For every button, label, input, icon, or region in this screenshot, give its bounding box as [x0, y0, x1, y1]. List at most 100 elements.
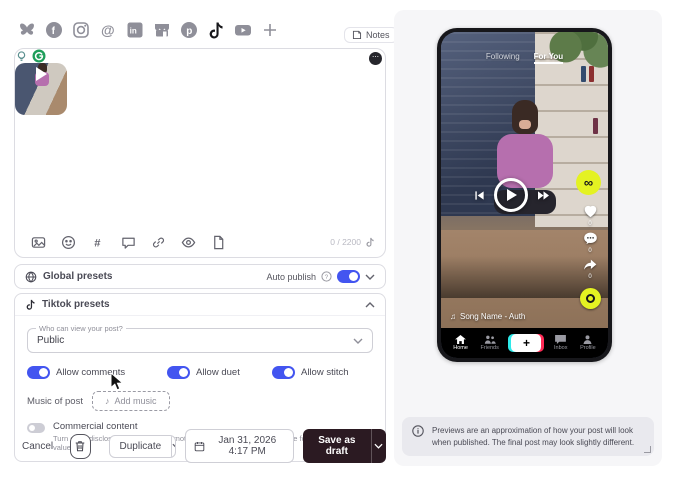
save-dropdown-chevron-icon[interactable] — [371, 429, 386, 463]
auto-publish-toggle[interactable] — [337, 270, 360, 283]
chevron-down-icon[interactable] — [365, 274, 375, 280]
auto-publish-label: Auto publish — [266, 272, 316, 282]
hashtag-icon[interactable]: # — [91, 235, 106, 250]
duplicate-dropdown-chevron-icon[interactable] — [171, 436, 176, 457]
nav-inbox[interactable]: Inbox — [554, 335, 567, 351]
comments-count: 0 — [588, 248, 591, 254]
instagram-icon[interactable] — [72, 21, 90, 39]
music-of-post-label: Music of post — [27, 396, 83, 407]
schedule-date-button[interactable]: Jan 31, 2026 4:17 PM — [185, 429, 294, 463]
trash-icon — [74, 440, 86, 452]
sound-disc-icon[interactable] — [580, 288, 601, 309]
global-presets-label: Global presets — [43, 271, 112, 282]
ai-assistant-icon[interactable] — [32, 49, 46, 63]
tiktok-navbar: Home Friends + Inbox Profile — [441, 328, 608, 358]
emoji-icon[interactable] — [61, 235, 76, 250]
likes-count: 0 — [588, 221, 591, 227]
play-button[interactable] — [494, 178, 528, 212]
notes-label: Notes — [366, 30, 390, 40]
threads-icon[interactable]: @ — [99, 21, 117, 39]
nav-friends[interactable]: Friends — [481, 335, 499, 351]
schedule-date-label: Jan 31, 2026 4:17 PM — [210, 435, 285, 457]
save-split-button: Save as draft — [303, 429, 386, 463]
allow-comments-row: Allow comments — [27, 366, 167, 379]
music-note-icon: ♫ — [450, 312, 456, 321]
resize-handle[interactable] — [644, 446, 651, 453]
svg-text:p: p — [186, 26, 192, 37]
caption-editor[interactable]: ⋯ # 0 / 2200 — [14, 48, 386, 258]
nav-profile[interactable]: Profile — [580, 335, 596, 351]
allow-comments-toggle[interactable] — [27, 366, 50, 379]
note-icon — [352, 30, 362, 40]
linkedin-icon[interactable]: in — [126, 21, 144, 39]
add-music-button[interactable]: ♪ Add music — [92, 391, 170, 411]
share-icon[interactable] — [583, 259, 597, 271]
allow-stitch-row: Allow stitch — [272, 366, 349, 379]
bluesky-icon[interactable] — [18, 21, 36, 39]
delete-button[interactable] — [70, 434, 90, 459]
create-post-button[interactable]: + — [511, 334, 541, 352]
song-caption: ♫ Song Name - Auth — [450, 312, 525, 321]
svg-text:in: in — [130, 27, 137, 36]
video-thumbnail[interactable]: ⋯ — [15, 63, 67, 115]
cancel-button[interactable]: Cancel — [14, 437, 61, 456]
svg-text:?: ? — [325, 274, 329, 281]
friends-icon — [484, 335, 496, 344]
google-business-icon[interactable] — [153, 21, 171, 39]
heart-icon[interactable] — [583, 204, 598, 218]
allow-duet-toggle[interactable] — [167, 366, 190, 379]
profile-icon — [583, 335, 592, 344]
permission-toggles: Allow comments Allow duet Allow stitch — [27, 366, 373, 379]
globe-icon — [25, 271, 37, 283]
shares-count: 0 — [588, 274, 591, 280]
nav-home[interactable]: Home — [453, 335, 468, 351]
feed-tabs: Following For You — [441, 52, 608, 64]
save-as-draft-button[interactable]: Save as draft — [303, 429, 371, 463]
tiktok-presets-label: Tiktok presets — [42, 299, 110, 310]
tiktok-icon[interactable] — [207, 21, 225, 39]
loop-badge-icon: ∞ — [576, 170, 601, 195]
help-icon[interactable]: ? — [321, 271, 332, 282]
viewer-select-value: Public — [37, 335, 64, 346]
phone-mockup: Following For You ∞ 0 — [437, 28, 612, 362]
playback-controls — [441, 178, 582, 212]
action-rail: 0 0 0 — [577, 204, 603, 309]
preview-panel: Following For You ∞ 0 — [394, 10, 662, 466]
calendar-icon — [194, 441, 205, 452]
svg-text:@: @ — [101, 22, 115, 38]
network-selector-row: f @ in p — [18, 21, 279, 39]
eye-icon[interactable] — [181, 235, 196, 250]
preview-disclaimer: Previews are an approximation of how you… — [402, 417, 654, 456]
info-icon — [412, 425, 424, 437]
add-network-icon[interactable] — [261, 21, 279, 39]
music-row: Music of post ♪ Add music — [27, 391, 373, 411]
duplicate-button[interactable]: Duplicate — [110, 436, 172, 457]
viewer-select[interactable]: Who can view your post? Public — [27, 328, 373, 353]
pinterest-icon[interactable]: p — [180, 21, 198, 39]
tiktok-preview-screen: Following For You ∞ 0 — [441, 32, 608, 358]
lightbulb-icon[interactable] — [15, 50, 28, 63]
link-icon[interactable] — [151, 235, 166, 250]
tab-following[interactable]: Following — [486, 52, 520, 64]
tiktok-presets-header[interactable]: Tiktok presets — [15, 294, 385, 316]
youtube-icon[interactable] — [234, 21, 252, 39]
file-icon[interactable] — [211, 235, 226, 250]
previous-icon[interactable] — [474, 190, 485, 201]
editor-assist-icons — [15, 49, 385, 63]
svg-text:#: # — [94, 237, 101, 249]
media-icon[interactable] — [31, 235, 46, 250]
allow-stitch-toggle[interactable] — [272, 366, 295, 379]
tab-for-you[interactable]: For You — [534, 52, 563, 64]
viewer-select-label: Who can view your post? — [36, 324, 126, 333]
facebook-icon[interactable]: f — [45, 21, 63, 39]
character-counter: 0 / 2200 — [330, 237, 375, 247]
chevron-up-icon[interactable] — [365, 302, 375, 308]
global-presets-bar[interactable]: Global presets Auto publish ? — [14, 264, 386, 289]
comment-bubble-icon[interactable] — [583, 232, 598, 245]
comment-icon[interactable] — [121, 235, 136, 250]
notes-button[interactable]: Notes — [344, 27, 398, 43]
next-icon[interactable] — [537, 190, 550, 201]
tiktok-counter-icon — [365, 237, 375, 247]
composer-footer: Cancel Duplicate Jan 31, 2026 4:17 PM Sa… — [14, 432, 386, 460]
allow-duet-row: Allow duet — [167, 366, 272, 379]
